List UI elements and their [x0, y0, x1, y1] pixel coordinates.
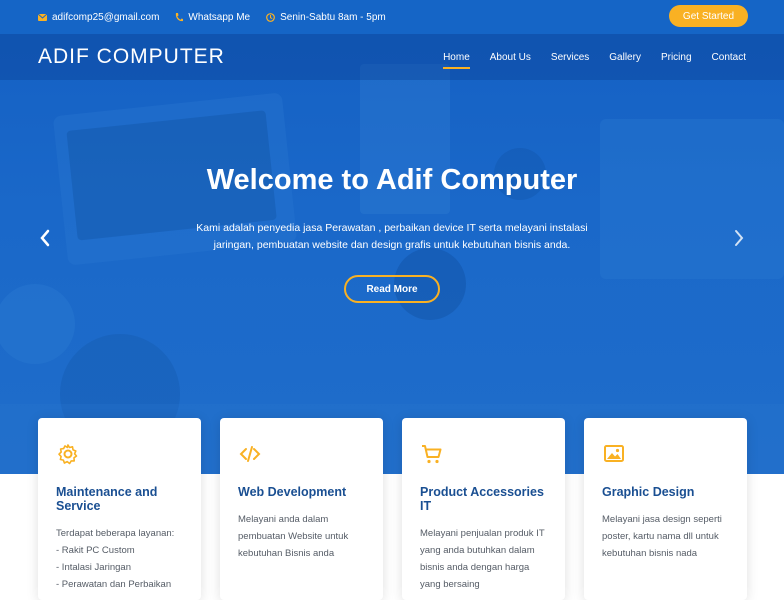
- card-text: Melayani penjualan produk IT yang anda b…: [420, 528, 545, 590]
- whatsapp-info[interactable]: Whatsapp Me: [175, 12, 250, 23]
- hero-subtitle: Kami adalah penyedia jasa Perawatan , pe…: [196, 222, 588, 251]
- hero-title: Welcome to Adif Computer: [206, 164, 578, 196]
- list-item: - Rakit PC Custom: [56, 545, 135, 556]
- nav-home[interactable]: Home: [443, 46, 470, 69]
- hero-background-illustration: [0, 64, 784, 474]
- whatsapp-text: Whatsapp Me: [188, 11, 251, 23]
- hours-text: Senin-Sabtu 8am - 5pm: [280, 11, 386, 23]
- card-title: Graphic Design: [602, 485, 695, 499]
- carousel-next-icon[interactable]: [731, 228, 747, 248]
- service-card-web-development[interactable]: Web Development Melayani anda dalam pemb…: [220, 418, 383, 600]
- service-card-maintenance[interactable]: Maintenance and Service Terdapat beberap…: [38, 418, 201, 600]
- card-text: Melayani jasa design seperti poster, kar…: [602, 514, 722, 559]
- email-info[interactable]: adifcomp25@gmail.com: [38, 12, 159, 23]
- nav-menu: Home About Us Services Gallery Pricing C…: [423, 34, 746, 80]
- card-text: Melayani anda dalam pembuatan Website un…: [238, 514, 349, 559]
- clock-icon: [266, 12, 276, 22]
- card-title: Product Accessories IT: [420, 485, 544, 513]
- image-icon: [604, 445, 624, 462]
- card-text: Terdapat beberapa layanan:: [56, 528, 175, 539]
- service-card-product-accessories[interactable]: Product Accessories IT Melayani penjuala…: [402, 418, 565, 600]
- gear-icon: [58, 444, 78, 465]
- cart-icon: [422, 445, 442, 464]
- list-item: - Perawatan dan Perbaikan: [56, 579, 172, 590]
- card-title: Web Development: [238, 485, 347, 499]
- nav-contact[interactable]: Contact: [712, 46, 746, 69]
- get-started-button[interactable]: Get Started: [669, 5, 748, 27]
- service-card-graphic-design[interactable]: Graphic Design Melayani jasa design sepe…: [584, 418, 747, 600]
- carousel-prev-icon[interactable]: [37, 228, 53, 248]
- hours-info: Senin-Sabtu 8am - 5pm: [266, 12, 386, 23]
- nav-pricing[interactable]: Pricing: [661, 46, 692, 69]
- nav-about-us[interactable]: About Us: [490, 46, 531, 69]
- nav-services[interactable]: Services: [551, 46, 589, 69]
- phone-icon: [176, 12, 184, 21]
- envelope-icon: [38, 13, 47, 21]
- top-bar: adifcomp25@gmail.com Whatsapp Me Senin-S…: [0, 0, 784, 34]
- brand-logo[interactable]: ADIF COMPUTER: [38, 45, 225, 69]
- card-title: Maintenance and Service: [56, 485, 158, 513]
- read-more-button[interactable]: Read More: [344, 275, 440, 303]
- hero-section: ADIF COMPUTER Home About Us Services Gal…: [0, 34, 784, 474]
- email-text: adifcomp25@gmail.com: [52, 11, 160, 23]
- code-icon: [239, 446, 261, 462]
- main-navbar: ADIF COMPUTER Home About Us Services Gal…: [0, 34, 784, 80]
- card-list: - Rakit PC Custom - Intalasi Jaringan - …: [56, 542, 183, 593]
- list-item: - Intalasi Jaringan: [56, 562, 131, 573]
- nav-gallery[interactable]: Gallery: [609, 46, 641, 69]
